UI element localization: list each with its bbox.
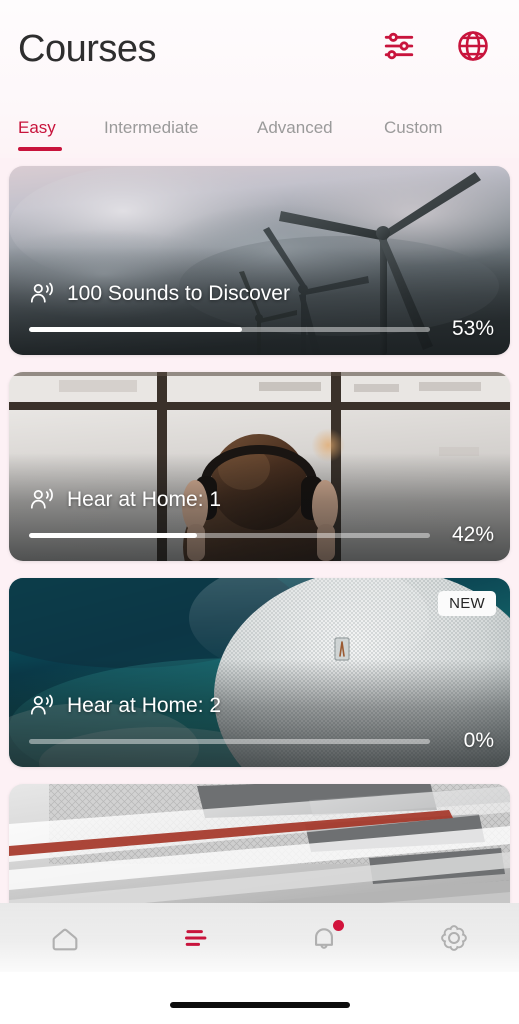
card-title-row: Hear at Home: 1 bbox=[29, 487, 221, 513]
card-title-row: 100 Sounds to Discover bbox=[29, 281, 290, 307]
course-card[interactable] bbox=[9, 784, 510, 903]
course-progress: 53% bbox=[29, 317, 494, 341]
courses-list-icon bbox=[178, 921, 212, 955]
tab-advanced[interactable]: Advanced bbox=[257, 111, 384, 138]
nav-bar bbox=[0, 903, 519, 972]
home-icon bbox=[48, 921, 82, 955]
course-title: Hear at Home: 1 bbox=[67, 488, 222, 511]
listener-sound-icon bbox=[29, 693, 55, 719]
course-card[interactable]: 100 Sounds to Discover 53% bbox=[9, 166, 510, 355]
progress-track bbox=[29, 532, 430, 538]
status-badge-new: NEW bbox=[438, 591, 496, 616]
progress-fill bbox=[29, 326, 242, 332]
app-screen: Courses Easy Intermediate Advanced Custo… bbox=[0, 0, 519, 1024]
nav-item-settings[interactable] bbox=[389, 903, 519, 972]
gear-icon bbox=[437, 921, 471, 955]
progress-track bbox=[29, 738, 430, 744]
course-list: 100 Sounds to Discover 53% Hear at Home:… bbox=[0, 158, 519, 903]
page-title: Courses bbox=[18, 28, 157, 70]
header-actions bbox=[381, 28, 491, 64]
tab-intermediate[interactable]: Intermediate bbox=[104, 111, 257, 138]
progress-percent: 42% bbox=[451, 523, 494, 546]
notification-badge bbox=[333, 920, 345, 931]
listener-sound-icon bbox=[29, 487, 55, 513]
progress-percent: 53% bbox=[451, 317, 494, 340]
filter-icon[interactable] bbox=[381, 28, 417, 64]
tab-advanced-label: Advanced bbox=[257, 118, 333, 137]
card-title-row: Hear at Home: 2 bbox=[29, 693, 221, 719]
progress-percent: 0% bbox=[463, 729, 494, 752]
nav-item-home[interactable] bbox=[0, 903, 130, 972]
nav-item-notifications[interactable] bbox=[260, 903, 390, 972]
course-progress: 42% bbox=[29, 523, 494, 547]
tab-custom-label: Custom bbox=[384, 118, 443, 137]
course-title: 100 Sounds to Discover bbox=[67, 282, 290, 305]
progress-track bbox=[29, 326, 430, 332]
tab-active-indicator bbox=[18, 147, 62, 151]
progress-fill bbox=[29, 532, 198, 538]
home-indicator bbox=[169, 1002, 350, 1008]
course-list-scroll[interactable]: 100 Sounds to Discover 53% Hear at Home:… bbox=[0, 158, 519, 903]
course-card[interactable]: NEW Hear at Home: 2 0% bbox=[9, 578, 510, 767]
nav-item-courses[interactable] bbox=[130, 903, 260, 972]
course-image-subway-platform bbox=[9, 784, 510, 903]
tab-easy-label: Easy bbox=[18, 118, 56, 137]
course-card[interactable]: Hear at Home: 1 42% bbox=[9, 372, 510, 561]
course-title: Hear at Home: 2 bbox=[67, 694, 222, 717]
app-header: Courses bbox=[0, 0, 519, 111]
tab-custom[interactable]: Custom bbox=[384, 111, 484, 138]
bottom-navigation bbox=[0, 903, 519, 1024]
course-progress: 0% bbox=[29, 729, 494, 753]
globe-icon[interactable] bbox=[455, 28, 491, 64]
tab-easy[interactable]: Easy bbox=[18, 111, 104, 151]
listener-sound-icon bbox=[29, 281, 55, 307]
difficulty-tabs: Easy Intermediate Advanced Custom bbox=[0, 111, 519, 158]
tab-intermediate-label: Intermediate bbox=[104, 118, 199, 137]
